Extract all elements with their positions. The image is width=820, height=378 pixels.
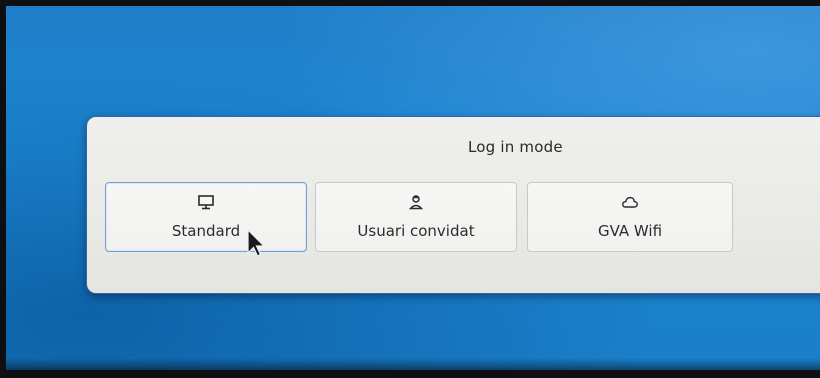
login-mode-dialog: Log in mode Standard Usuari convidat GVA… [86, 116, 820, 294]
gva-wifi-mode-label: GVA Wifi [597, 222, 663, 240]
desktop-screen: Log in mode Standard Usuari convidat GVA… [6, 6, 820, 370]
standard-mode-label: Standard [171, 222, 241, 240]
guest-user-mode-label: Usuari convidat [357, 222, 475, 240]
standard-mode-button[interactable]: Standard [105, 182, 307, 252]
cloud-icon [621, 193, 639, 211]
dialog-title: Log in mode [468, 138, 563, 156]
gva-wifi-mode-button[interactable]: GVA Wifi [527, 182, 733, 252]
monitor-icon [197, 193, 215, 211]
guest-user-icon [407, 193, 425, 211]
guest-user-mode-button[interactable]: Usuari convidat [315, 182, 517, 252]
mouse-pointer-icon [247, 228, 266, 257]
screen-bezel-shadow [6, 358, 820, 370]
